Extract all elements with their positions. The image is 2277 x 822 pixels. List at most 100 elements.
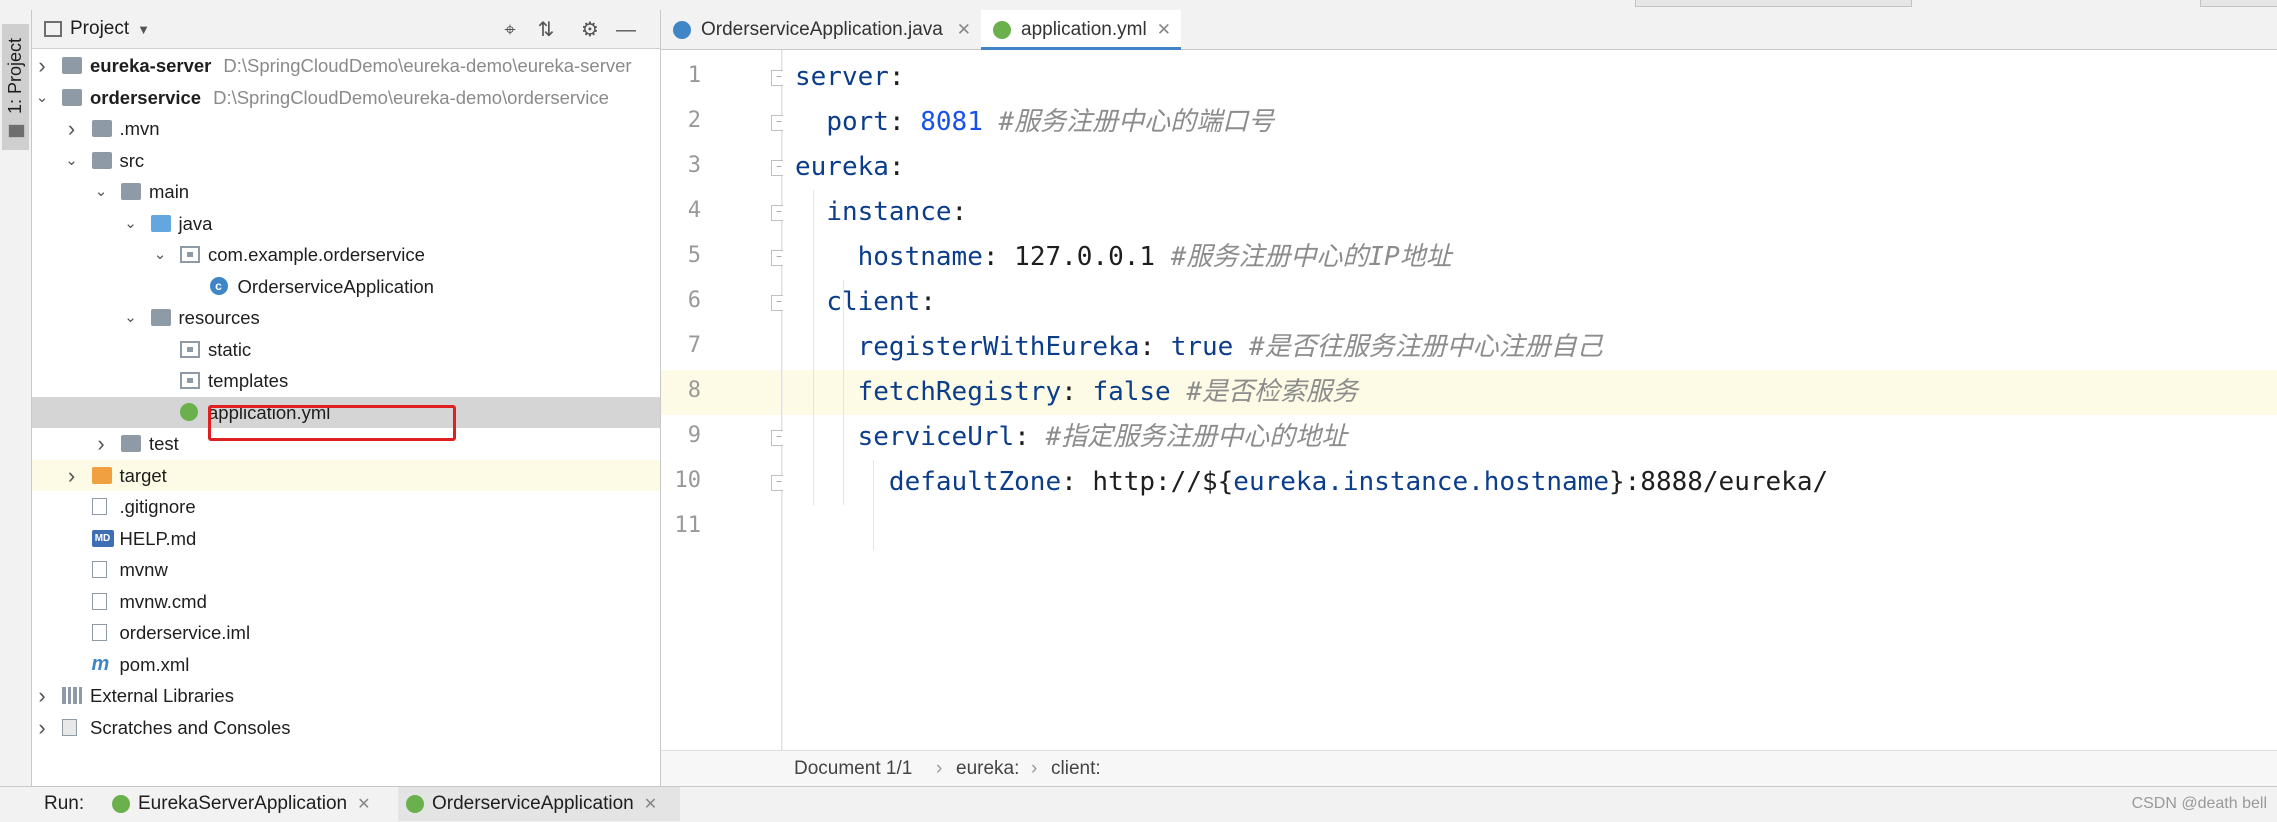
code-line[interactable]: registerWithEureka: true #是否往服务注册中心注册自己 xyxy=(783,325,2277,370)
code-token: : xyxy=(888,107,921,137)
close-icon[interactable]: ✕ xyxy=(1157,10,1171,49)
close-icon[interactable]: ✕ xyxy=(357,796,370,813)
tree-item[interactable]: › .mvn xyxy=(32,113,660,145)
code-line[interactable]: eureka: xyxy=(783,145,2277,190)
tab-orderservice-application[interactable]: OrderserviceApplication.java ✕ xyxy=(661,10,981,49)
project-view-icon xyxy=(44,21,62,37)
tree-item[interactable]: m pom.xml xyxy=(32,649,660,681)
gear-icon[interactable]: ⚙ xyxy=(578,18,602,42)
maven-file-icon: m xyxy=(91,652,110,675)
tree-item[interactable]: ⌄ main xyxy=(32,176,660,208)
package-icon xyxy=(180,372,200,389)
tree-item[interactable]: orderservice.iml xyxy=(32,617,660,649)
code-token: #指定服务注册中心的地址 xyxy=(1045,422,1348,452)
tree-item[interactable]: c OrderserviceApplication xyxy=(32,271,660,303)
code-line[interactable]: hostname: 127.0.0.1 #服务注册中心的IP地址 xyxy=(783,235,2277,280)
chevron-down-icon[interactable]: ⌄ xyxy=(121,208,141,240)
run-tab-orderservice[interactable]: OrderserviceApplication ✕ xyxy=(398,787,680,821)
breadcrumb-item[interactable]: Document 1/1 xyxy=(794,751,912,787)
chevron-right-icon[interactable]: › xyxy=(32,712,52,744)
code-editor[interactable]: server: port: 8081 #服务注册中心的端口号 eureka: in… xyxy=(783,50,2277,750)
chevron-down-icon[interactable]: ⌄ xyxy=(91,176,111,208)
code-line[interactable]: port: 8081 #服务注册中心的端口号 xyxy=(783,100,2277,145)
tree-item[interactable]: › eureka-server D:\SpringCloudDemo\eureka-… xyxy=(32,50,660,82)
project-tree: › eureka-server D:\SpringCloudDemo\eureka-… xyxy=(32,50,660,743)
tree-item[interactable]: MD HELP.md xyxy=(32,523,660,555)
chevron-down-icon: ▼ xyxy=(137,21,151,37)
chevron-right-icon[interactable]: › xyxy=(62,460,82,492)
tree-item[interactable]: › External Libraries xyxy=(32,680,660,712)
chevron-right-icon[interactable]: › xyxy=(32,680,52,712)
tree-item[interactable]: application.yml xyxy=(32,396,660,428)
project-view-selector[interactable]: Project ▼ xyxy=(44,18,150,40)
tree-item[interactable]: templates xyxy=(32,365,660,397)
close-icon[interactable]: ✕ xyxy=(957,10,971,49)
tab-application-yml[interactable]: application.yml ✕ xyxy=(981,10,1181,50)
tree-item-label: .gitignore xyxy=(119,496,196,517)
tree-item[interactable]: ⌄ resources xyxy=(32,302,660,334)
tree-item-text: src xyxy=(120,145,145,177)
tree-item[interactable]: .gitignore xyxy=(32,491,660,523)
tree-item[interactable]: mvnw xyxy=(32,554,660,586)
chevron-down-icon[interactable]: ⌄ xyxy=(62,145,82,177)
code-line[interactable]: fetchRegistry: false #是否检索服务 xyxy=(783,370,2277,415)
editor-gutter[interactable]: 1−2−3−4−5−6−7 8 9−10−11 xyxy=(661,50,787,750)
hide-icon[interactable]: — xyxy=(614,18,638,42)
tree-item[interactable]: mvnw.cmd xyxy=(32,586,660,618)
tree-item[interactable]: ⌄ java xyxy=(32,208,660,240)
code-line[interactable]: server: xyxy=(783,55,2277,100)
tree-item-text: mvnw.cmd xyxy=(120,586,207,618)
code-token: server xyxy=(795,62,889,92)
breadcrumb-item[interactable]: client: xyxy=(1051,751,1101,787)
line-number: 8 xyxy=(687,378,701,403)
code-line[interactable]: defaultZone: http://${eureka.instance.ho… xyxy=(783,460,2277,505)
code-line[interactable] xyxy=(783,505,2277,550)
tree-item-label: orderservice.iml xyxy=(119,622,251,643)
left-tool-strip: 1: Project xyxy=(0,10,32,786)
code-token: client xyxy=(826,287,921,317)
run-label: Run: xyxy=(44,793,85,814)
tree-item-text: eureka-server D:\SpringCloudDemo\eureka-d… xyxy=(90,50,632,82)
run-tab-eureka-server[interactable]: EurekaServerApplication ✕ xyxy=(104,787,384,821)
tree-item-label: HELP.md xyxy=(119,527,197,549)
line-number: 9 xyxy=(687,423,701,448)
tree-item-text: com.example.orderservice xyxy=(208,239,425,271)
chevron-down-icon[interactable]: ⌄ xyxy=(121,302,141,334)
tree-item[interactable]: ⌄ orderservice D:\SpringCloudDemo\eureka-d… xyxy=(32,82,660,114)
chevron-right-icon[interactable]: › xyxy=(32,50,52,82)
breadcrumb-item[interactable]: eureka: xyxy=(956,751,1019,787)
code-line[interactable]: serviceUrl: #指定服务注册中心的地址 xyxy=(783,415,2277,460)
code-line[interactable]: client: xyxy=(783,280,2277,325)
tree-item-text: Scratches and Consoles xyxy=(90,712,291,744)
tree-item[interactable]: static xyxy=(32,334,660,366)
tree-item-text: mvnw xyxy=(120,554,168,586)
tree-item-label: orderservice xyxy=(90,86,202,108)
chevron-right-icon[interactable]: › xyxy=(91,428,111,460)
top-strip-segment xyxy=(1635,0,1912,7)
chevron-down-icon[interactable]: ⌄ xyxy=(32,82,52,114)
spring-yml-icon xyxy=(993,21,1011,39)
tree-item-label: External Libraries xyxy=(90,685,234,706)
locate-icon[interactable]: ⌖ xyxy=(498,18,522,42)
close-icon[interactable]: ✕ xyxy=(644,796,657,813)
code-token: #是否往服务注册中心注册自己 xyxy=(1248,332,1603,362)
chevron-right-icon[interactable]: › xyxy=(62,113,82,145)
tree-item[interactable]: › test xyxy=(32,428,660,460)
code-line[interactable]: instance: xyxy=(783,190,2277,235)
tree-item[interactable]: › Scratches and Consoles xyxy=(32,712,660,744)
code-token: : xyxy=(888,62,905,92)
tree-item-label: templates xyxy=(208,370,289,391)
tree-item[interactable]: ⌄ com.example.orderservice xyxy=(32,239,660,271)
chevron-down-icon[interactable]: ⌄ xyxy=(150,239,170,271)
tree-item[interactable]: › target xyxy=(32,459,660,492)
line-number: 3 xyxy=(687,153,701,178)
tree-item-text: .mvn xyxy=(120,113,160,145)
code-token: hostname xyxy=(857,242,983,272)
project-tool-window-button[interactable]: 1: Project xyxy=(2,24,29,150)
tree-item[interactable]: ⌄ src xyxy=(32,145,660,177)
tree-item-text: External Libraries xyxy=(90,680,234,712)
collapse-all-icon[interactable]: ⇅ xyxy=(534,18,558,42)
code-token: }:8888/eureka/ xyxy=(1608,467,1829,497)
tree-item-label: Scratches and Consoles xyxy=(90,716,291,738)
